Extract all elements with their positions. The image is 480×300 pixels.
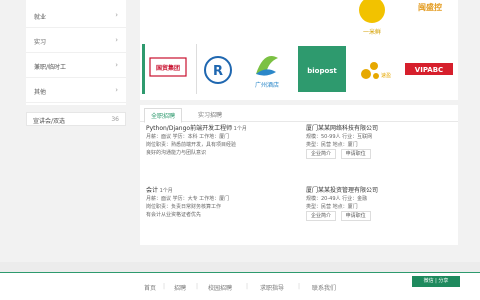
sidebar-item-label: 实习 — [34, 39, 47, 46]
logo-biopost[interactable]: biopost — [298, 46, 346, 92]
sidebar-more-label: 宣讲会/双选 — [33, 118, 66, 125]
company-meta: 类型：民营 地点：厦门 — [306, 204, 358, 210]
job-tabs: 全职招聘 实习招聘 — [140, 105, 458, 123]
svg-text:VIPABC: VIPABC — [415, 66, 443, 74]
sidebar-more-link[interactable]: 宣讲会/双选 36 — [26, 112, 126, 126]
apply-button[interactable]: 申请职位 — [340, 149, 371, 159]
footer: 首页 | 招聘 | 校园招聘 | 求职指导 | 联系我们 微信 | 分享 — [0, 273, 480, 300]
footer-link-contact[interactable]: 联系我们 — [312, 283, 336, 292]
company-intro-button[interactable]: 企业简介 — [306, 211, 337, 221]
sidebar-item-other[interactable]: 其他 › — [26, 80, 126, 103]
company-item: 厦门某某投资管理有限公司 规模：20-49人 行业：金融 类型：民营 地点：厦门… — [306, 187, 456, 221]
svg-text:闽盛控: 闽盛控 — [418, 2, 442, 12]
job-desc: 良好的沟通能力与团队意识 — [146, 150, 207, 156]
sidebar-item-parttime[interactable]: 兼职/临时工 › — [26, 55, 126, 78]
svg-text:biopost: biopost — [307, 67, 337, 75]
footer-link-campus[interactable]: 校园招聘 — [208, 283, 232, 292]
sidebar-item-internship[interactable]: 实习 › — [26, 30, 126, 53]
logo-yimixian[interactable]: 一米鲜 — [348, 0, 398, 40]
logo-r[interactable]: R — [196, 44, 238, 94]
company-name[interactable]: 厦门某某网络科技有限公司 — [306, 125, 456, 133]
sidebar-item-label: 就业 — [34, 14, 47, 21]
footer-link-jobs[interactable]: 招聘 — [174, 283, 186, 292]
company-meta: 类型：民营 地点：厦门 — [306, 142, 358, 148]
footer-separator: | — [298, 283, 301, 290]
logo-minshengkong[interactable]: 闽盛控 — [402, 0, 458, 40]
job-desc: 岗位职责：负责日常财务核算工作 — [146, 204, 222, 210]
partner-logo-wall: 一米鲜 闽盛控 国贸集团 R 广州酒店 biopost 速盈 VIPABC — [140, 0, 458, 100]
job-title[interactable]: 会计 — [146, 187, 158, 194]
sidebar-item-label: 其他 — [34, 89, 47, 96]
company-item: 厦门某某网络科技有限公司 规模：50-99人 行业：互联网 类型：民营 地点：厦… — [306, 125, 456, 159]
company-intro-button[interactable]: 企业简介 — [306, 149, 337, 159]
logo-guomao[interactable]: 国贸集团 — [142, 44, 192, 94]
footer-separator: | — [196, 283, 199, 290]
apply-button[interactable]: 申请职位 — [340, 211, 371, 221]
svg-text:速盈: 速盈 — [381, 73, 391, 79]
job-desc: 岗位职责：熟悉前端开发，具有项目经验 — [146, 142, 237, 148]
job-item: Python/Django前端开发工程师 1个月 月薪：面议 学历：本科 工作地… — [146, 125, 296, 157]
job-listing-panel: 全职招聘 实习招聘 Python/Django前端开发工程师 1个月 月薪：面议… — [140, 105, 458, 245]
footer-link-guide[interactable]: 求职指导 — [260, 283, 284, 292]
footer-separator: | — [246, 283, 249, 290]
svg-text:广州酒店: 广州酒店 — [255, 81, 279, 89]
footer-separator: | — [163, 283, 166, 290]
job-tag: 1个月 — [233, 126, 247, 132]
logo-vipabc[interactable]: VIPABC — [402, 44, 458, 94]
company-meta: 规模：20-49人 行业：金融 — [306, 196, 368, 202]
footer-link-home[interactable]: 首页 — [144, 283, 156, 292]
tab-fulltime[interactable]: 全职招聘 — [144, 108, 183, 123]
sidebar-item-label: 兼职/临时工 — [34, 64, 67, 71]
job-item: 会计 1个月 月薪：面议 学历：大专 工作地：厦门 岗位职责：负责日常财务核算工… — [146, 187, 296, 219]
sidebar-item-jobs[interactable]: 就业 › — [26, 5, 126, 28]
chevron-right-icon: › — [115, 86, 118, 94]
chevron-right-icon: › — [115, 36, 118, 44]
svg-text:国贸集团: 国贸集团 — [156, 64, 180, 72]
category-sidebar: 就业 › 实习 › 兼职/临时工 › 其他 › — [26, 0, 126, 105]
company-meta: 规模：50-99人 行业：互联网 — [306, 134, 373, 140]
job-title[interactable]: Python/Django前端开发工程师 — [146, 125, 232, 132]
job-desc: 有会计从业资格证者优先 — [146, 212, 202, 218]
tab-internship[interactable]: 实习招聘 — [192, 108, 228, 121]
share-badge[interactable]: 微信 | 分享 — [412, 276, 460, 287]
job-meta: 月薪：面议 学历：本科 工作地：厦门 — [146, 134, 230, 140]
job-meta: 月薪：面议 学历：大专 工作地：厦门 — [146, 196, 230, 202]
logo-text: 一米鲜 — [363, 28, 381, 36]
sidebar-more-count: 36 — [111, 116, 119, 123]
company-name[interactable]: 厦门某某投资管理有限公司 — [306, 187, 456, 195]
chevron-right-icon: › — [115, 11, 118, 19]
svg-text:R: R — [213, 64, 223, 79]
job-tag: 1个月 — [159, 188, 173, 194]
logo-guangzhou-hotel[interactable]: 广州酒店 — [242, 44, 292, 94]
logo-suying[interactable]: 速盈 — [352, 44, 398, 94]
chevron-right-icon: › — [115, 61, 118, 69]
